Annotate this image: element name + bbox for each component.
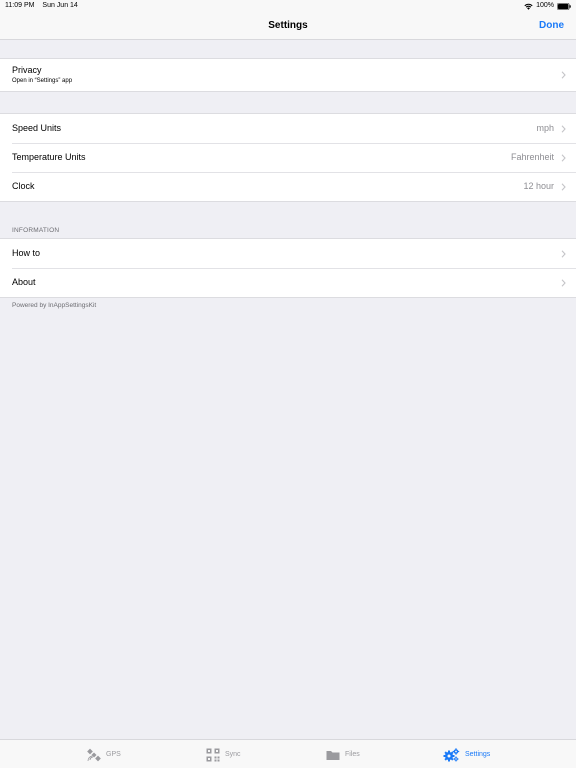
- privacy-row[interactable]: Privacy Open in “Settings” app: [0, 59, 576, 91]
- privacy-subtitle: Open in “Settings” app: [12, 78, 73, 84]
- units-group: Speed Units mph Temperature Units Fahren…: [0, 113, 576, 202]
- qr-code-icon: [206, 748, 220, 761]
- wifi-icon: [524, 3, 533, 10]
- privacy-group: Privacy Open in “Settings” app: [0, 58, 576, 92]
- battery-icon: [557, 2, 571, 10]
- tab-bar: GPS Sync Files Settings: [0, 739, 576, 768]
- tab-gps-label: GPS: [106, 751, 121, 758]
- tab-settings-label: Settings: [465, 751, 491, 758]
- status-left: 11:09 PM Sun Jun 14: [5, 0, 78, 12]
- temperature-units-row[interactable]: Temperature Units Fahrenheit: [0, 143, 576, 172]
- chevron-right-icon: [561, 183, 566, 191]
- how-to-row[interactable]: How to: [0, 239, 576, 268]
- speed-units-row[interactable]: Speed Units mph: [0, 114, 576, 143]
- settings-screen: 11:09 PM Sun Jun 14 100% Settings Done P…: [0, 0, 576, 768]
- information-section-header: INFORMATION: [12, 227, 60, 234]
- chevron-right-icon: [561, 71, 566, 79]
- status-bar: 11:09 PM Sun Jun 14 100%: [0, 0, 576, 12]
- chevron-right-icon: [561, 154, 566, 162]
- chevron-right-icon: [561, 279, 566, 287]
- clock-title: Clock: [12, 181, 35, 191]
- tab-settings[interactable]: Settings: [443, 740, 490, 768]
- tab-gps[interactable]: GPS: [87, 740, 121, 768]
- done-button[interactable]: Done: [539, 12, 564, 40]
- navigation-bar: Settings Done: [0, 12, 576, 40]
- information-group: How to About: [0, 238, 576, 298]
- temperature-units-value: Fahrenheit: [510, 152, 554, 162]
- chevron-right-icon: [561, 250, 566, 258]
- speed-units-value: mph: [536, 123, 554, 133]
- about-row[interactable]: About: [0, 268, 576, 297]
- clock-row[interactable]: Clock 12 hour: [0, 172, 576, 201]
- gears-icon: [443, 747, 460, 761]
- privacy-title: Privacy: [12, 65, 42, 75]
- tab-files[interactable]: Files: [326, 740, 360, 768]
- temperature-units-title: Temperature Units: [12, 152, 86, 162]
- status-time: 11:09 PM: [5, 2, 35, 9]
- tab-sync-label: Sync: [225, 751, 241, 758]
- tab-files-label: Files: [345, 751, 360, 758]
- battery-percent: 100%: [536, 2, 554, 9]
- how-to-title: How to: [12, 248, 41, 258]
- tab-sync[interactable]: Sync: [206, 740, 241, 768]
- speed-units-title: Speed Units: [12, 123, 62, 133]
- satellite-icon: [87, 748, 101, 761]
- status-date: Sun Jun 14: [42, 2, 78, 9]
- folder-icon: [326, 750, 340, 760]
- about-title: About: [12, 277, 36, 287]
- clock-value: 12 hour: [523, 181, 554, 191]
- status-right: 100%: [524, 0, 571, 12]
- powered-by-footer: Powered by InAppSettingsKit: [12, 302, 97, 309]
- chevron-right-icon: [561, 125, 566, 133]
- page-title: Settings: [268, 20, 308, 31]
